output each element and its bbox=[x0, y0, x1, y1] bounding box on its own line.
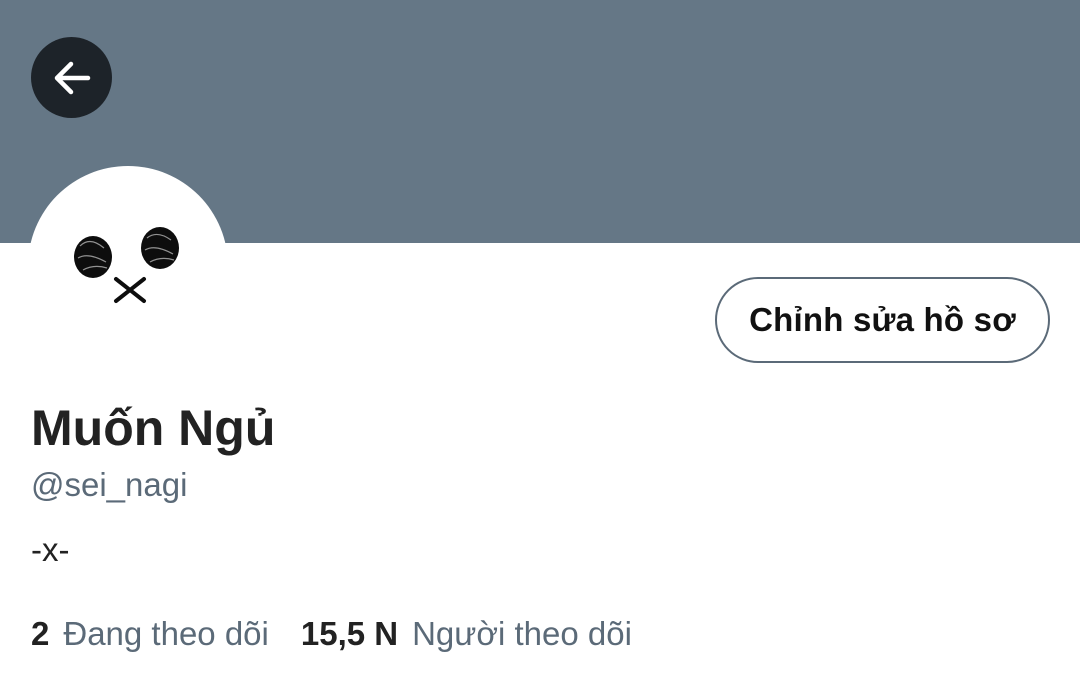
following-label: Đang theo dõi bbox=[63, 615, 269, 652]
profile-bio: -x- bbox=[31, 531, 70, 568]
avatar[interactable] bbox=[28, 166, 228, 366]
followers-link[interactable]: 15,5 N Người theo dõi bbox=[301, 614, 632, 654]
following-count: 2 bbox=[31, 615, 50, 652]
following-link[interactable]: 2 Đang theo dõi bbox=[31, 614, 269, 654]
follow-stats: 2 Đang theo dõi 15,5 N Người theo dõi bbox=[31, 614, 632, 654]
edit-profile-button[interactable]: Chỉnh sửa hồ sơ bbox=[715, 277, 1050, 363]
avatar-drawing bbox=[74, 227, 179, 303]
user-handle: @sei_nagi bbox=[31, 466, 188, 503]
followers-label: Người theo dõi bbox=[412, 615, 632, 652]
back-button[interactable] bbox=[31, 37, 112, 118]
followers-count: 15,5 N bbox=[300, 615, 399, 652]
display-name: Muốn Ngủ bbox=[31, 400, 276, 456]
arrow-left-icon bbox=[50, 56, 94, 100]
